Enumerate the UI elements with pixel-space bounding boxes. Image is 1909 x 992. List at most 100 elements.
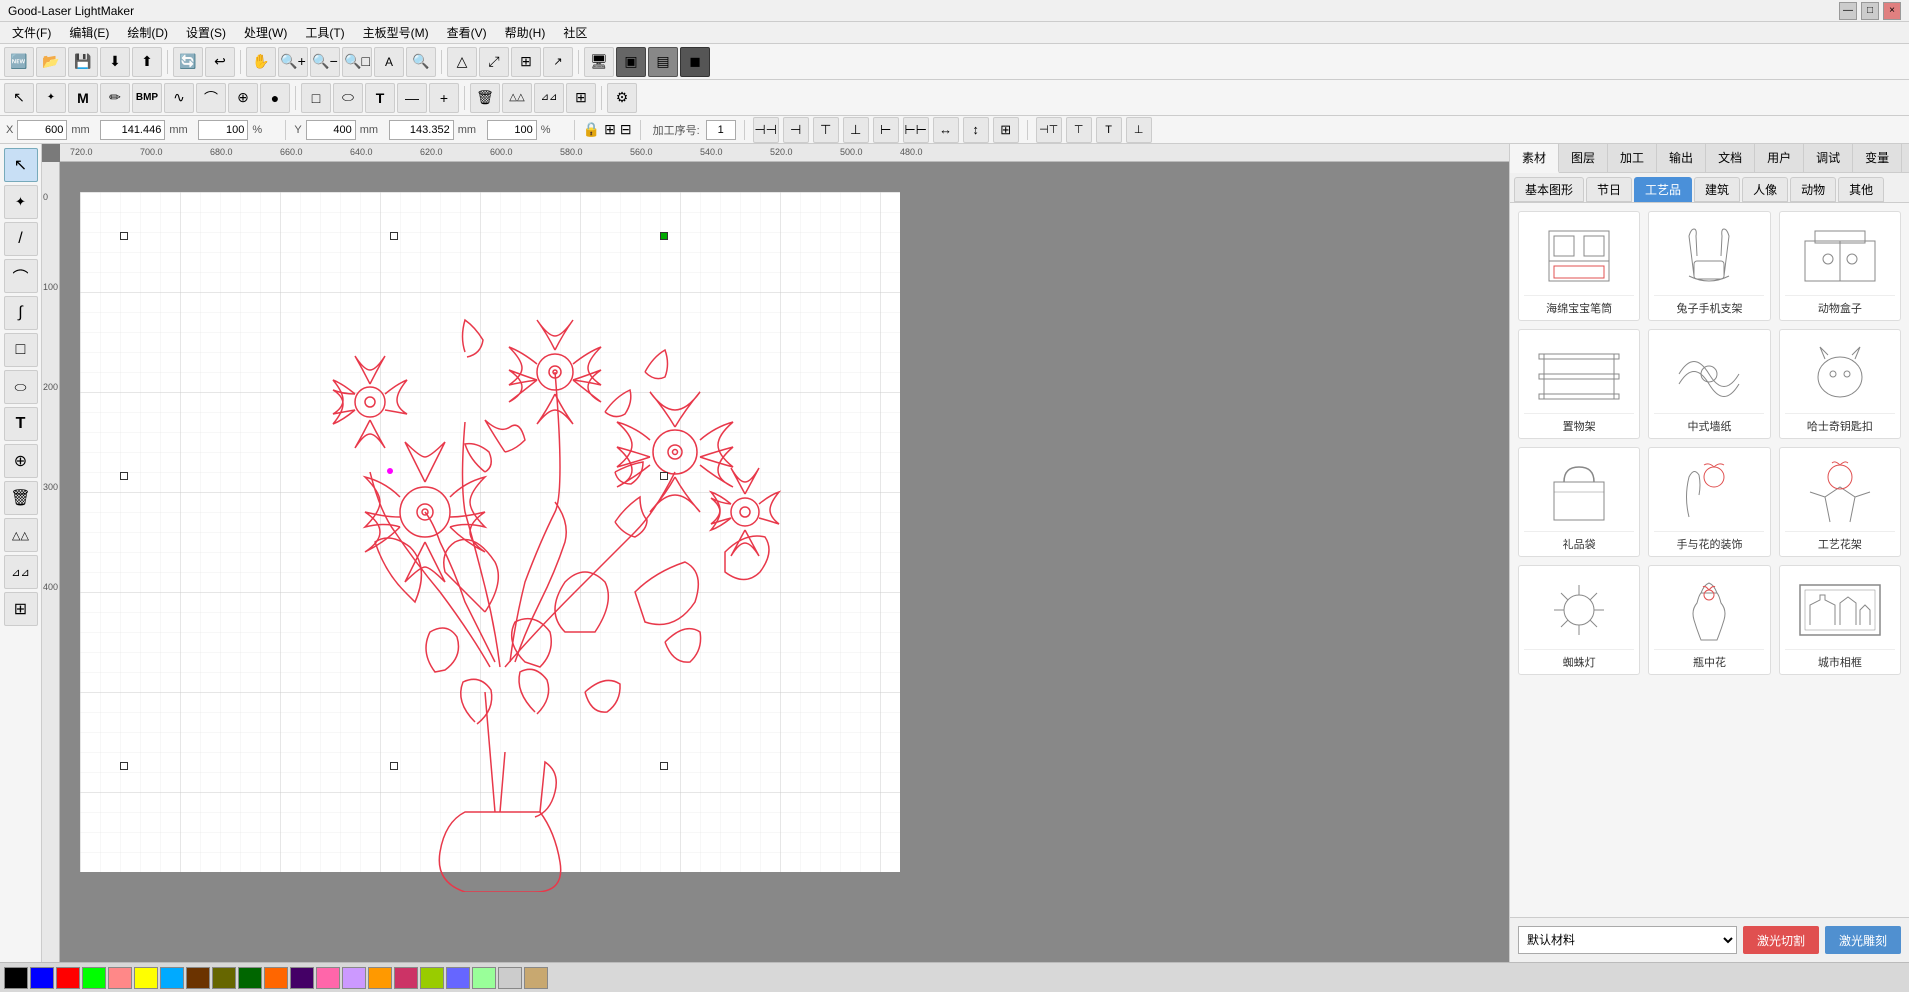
frame-button[interactable]: △ — [447, 47, 477, 77]
color-lavender[interactable] — [342, 967, 366, 989]
align-center-h-btn[interactable]: ⊣ — [783, 117, 809, 143]
pen-tool-btn[interactable]: ✏ — [100, 83, 130, 113]
bmp-btn[interactable]: BMP — [132, 83, 162, 113]
extra-btn2[interactable]: ⊤ — [1066, 117, 1092, 143]
tab-var[interactable]: 变量 — [1853, 144, 1902, 172]
process-btn3[interactable]: ◼ — [680, 47, 710, 77]
menu-tools[interactable]: 工具(T) — [297, 22, 352, 43]
minimize-button[interactable]: — — [1839, 2, 1857, 20]
tab-layers[interactable]: 图层 — [1559, 144, 1608, 172]
color-purple[interactable] — [290, 967, 314, 989]
color-mintgreen[interactable] — [472, 967, 496, 989]
tab-assets[interactable]: 素材 — [1510, 144, 1559, 173]
laser-engrave-button[interactable]: 激光雕刻 — [1825, 926, 1901, 954]
tool-bezier[interactable]: ∫ — [4, 296, 38, 330]
menu-community[interactable]: 社区 — [555, 22, 595, 43]
extra-btn1[interactable]: ⊣⊤ — [1036, 117, 1062, 143]
color-lightred[interactable] — [108, 967, 132, 989]
grid-button[interactable]: ⊞ — [511, 47, 541, 77]
canvas-inner[interactable] — [60, 162, 1509, 962]
laser-cut-button[interactable]: 激光切割 — [1743, 926, 1819, 954]
tab-user[interactable]: 用户 — [1755, 144, 1804, 172]
mirror-v-btn[interactable]: ⊿⊿ — [534, 83, 564, 113]
device-button[interactable]: 🖥 — [584, 47, 614, 77]
asset-item-11[interactable]: 瓶中花 — [1648, 565, 1770, 675]
menu-board[interactable]: 主板型号(M) — [355, 22, 437, 43]
tab-debug[interactable]: 调试 — [1804, 144, 1853, 172]
asset-item-10[interactable]: 蜘蛛灯 — [1518, 565, 1640, 675]
circle-btn[interactable]: ● — [260, 83, 290, 113]
close-button[interactable]: × — [1883, 2, 1901, 20]
distribute-h-btn[interactable]: ↔ — [933, 117, 959, 143]
align-top-btn[interactable]: ⊤ — [813, 117, 839, 143]
process-btn2[interactable]: ▤ — [648, 47, 678, 77]
color-blue[interactable] — [30, 967, 54, 989]
sel-handle-tl[interactable] — [120, 232, 128, 240]
arc-btn[interactable]: ⌒ — [196, 83, 226, 113]
subtab-basic[interactable]: 基本图形 — [1514, 177, 1584, 202]
align-left-btn[interactable]: ⊣⊣ — [753, 117, 779, 143]
menu-process[interactable]: 处理(W) — [236, 22, 295, 43]
color-silver[interactable] — [498, 967, 522, 989]
subtab-portrait[interactable]: 人像 — [1742, 177, 1788, 202]
color-darkgreen[interactable] — [238, 967, 262, 989]
grid-icon[interactable]: ⊞ — [604, 121, 616, 138]
menu-file[interactable]: 文件(F) — [4, 22, 59, 43]
color-olive[interactable] — [212, 967, 236, 989]
line-btn[interactable]: — — [397, 83, 427, 113]
text-btn[interactable]: T — [365, 83, 395, 113]
tool-delete[interactable]: 🗑 — [4, 481, 38, 515]
color-red[interactable] — [56, 967, 80, 989]
asset-item-8[interactable]: 手与花的装饰 — [1648, 447, 1770, 557]
tab-process[interactable]: 加工 — [1608, 144, 1657, 172]
tool-line[interactable]: / — [4, 222, 38, 256]
align-right-btn[interactable]: ⊢⊢ — [903, 117, 929, 143]
subtab-animal[interactable]: 动物 — [1790, 177, 1836, 202]
undo-button[interactable]: ↩ — [205, 47, 235, 77]
menu-help[interactable]: 帮助(H) — [497, 22, 554, 43]
asset-item-6[interactable]: 哈士奇钥匙扣 — [1779, 329, 1901, 439]
select-tool-btn[interactable]: ↖ — [4, 83, 34, 113]
pan-button[interactable]: ✋ — [246, 47, 276, 77]
align-bottom-btn[interactable]: ⊢ — [873, 117, 899, 143]
origin-button[interactable]: ⤢ — [479, 47, 509, 77]
color-black[interactable] — [4, 967, 28, 989]
zoom-text-button[interactable]: A — [374, 47, 404, 77]
color-amber[interactable] — [368, 967, 392, 989]
canvas-area[interactable]: 720.0 700.0 680.0 660.0 640.0 620.0 600.… — [42, 144, 1509, 962]
flower-illustration[interactable] — [110, 172, 860, 892]
color-periwinkle[interactable] — [446, 967, 470, 989]
asset-item-12[interactable]: 城市相框 — [1779, 565, 1901, 675]
wave-btn[interactable]: ∿ — [164, 83, 194, 113]
color-crimson[interactable] — [394, 967, 418, 989]
grid-icon2[interactable]: ⊟ — [620, 121, 632, 138]
color-tan[interactable] — [524, 967, 548, 989]
plus-btn[interactable]: + — [429, 83, 459, 113]
node-tool-btn[interactable]: ✦ — [36, 83, 66, 113]
tool-select[interactable]: ↖ — [4, 148, 38, 182]
tab-output[interactable]: 输出 — [1657, 144, 1706, 172]
asset-item-1[interactable]: 海绵宝宝笔筒 — [1518, 211, 1640, 321]
sel-handle-mr[interactable] — [660, 472, 668, 480]
process-btn1[interactable]: ▣ — [616, 47, 646, 77]
extra-btn3[interactable]: T — [1096, 117, 1122, 143]
maximize-button[interactable]: □ — [1861, 2, 1879, 20]
m-tool-btn[interactable]: M — [68, 83, 98, 113]
rect-btn[interactable]: □ — [301, 83, 331, 113]
x3-value-input[interactable] — [198, 120, 248, 140]
sel-handle-ml[interactable] — [120, 472, 128, 480]
sel-handle-bl[interactable] — [120, 762, 128, 770]
delete-btn[interactable]: 🗑 — [470, 83, 500, 113]
tool-mirror-h[interactable]: △△ — [4, 518, 38, 552]
processing-input[interactable] — [706, 120, 736, 140]
align-middle-v-btn[interactable]: ⊥ — [843, 117, 869, 143]
tool-node[interactable]: ✦ — [4, 185, 38, 219]
zoom-select-button[interactable]: 🔍 — [406, 47, 436, 77]
asset-item-3[interactable]: 动物盒子 — [1779, 211, 1901, 321]
tool-ellipse[interactable]: ⬭ — [4, 370, 38, 404]
export-button[interactable]: ⬆ — [132, 47, 162, 77]
menu-edit[interactable]: 编辑(E) — [61, 22, 117, 43]
subtab-holiday[interactable]: 节日 — [1586, 177, 1632, 202]
asset-item-7[interactable]: 礼品袋 — [1518, 447, 1640, 557]
rotate-button[interactable]: ↗ — [543, 47, 573, 77]
